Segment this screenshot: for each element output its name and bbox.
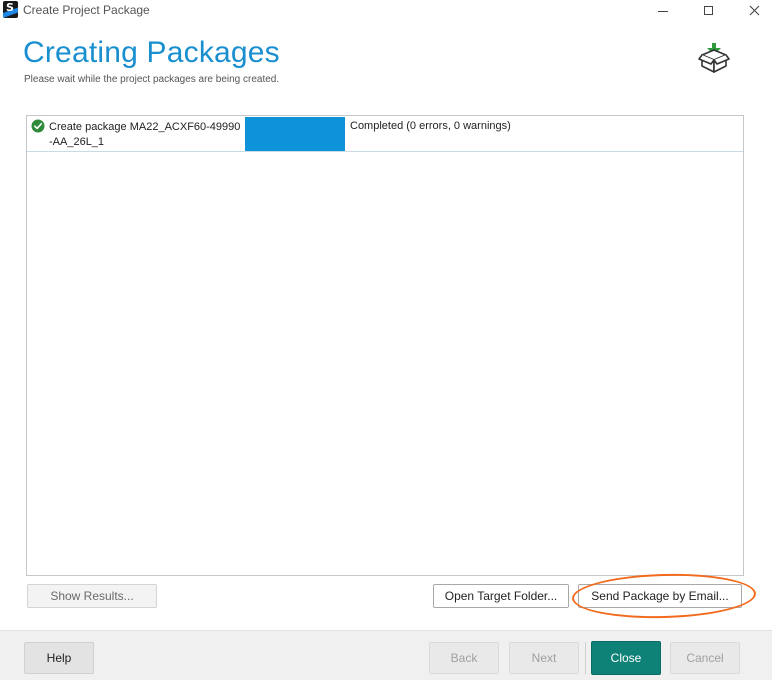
close-icon — [749, 5, 759, 16]
check-circle-icon — [31, 119, 45, 133]
open-target-folder-button[interactable]: Open Target Folder... — [433, 584, 569, 608]
cancel-button[interactable]: Cancel — [670, 642, 740, 674]
send-package-by-email-button[interactable]: Send Package by Email... — [578, 584, 742, 608]
task-progress-fill — [245, 117, 345, 151]
title-bar: S Create Project Package — [0, 0, 772, 21]
package-box-download-icon — [698, 43, 730, 73]
page-title: Creating Packages — [23, 36, 280, 69]
minimize-button[interactable] — [643, 0, 683, 21]
task-progress-bar — [245, 117, 345, 151]
window-title: Create Project Package — [23, 3, 150, 17]
show-results-button[interactable]: Show Results... — [27, 584, 157, 608]
maximize-button[interactable] — [688, 0, 728, 21]
app-logo-icon: S — [3, 1, 18, 18]
maximize-icon — [703, 6, 713, 15]
task-row[interactable]: Create package MA22_ACXF60-49990-AA_26L_… — [27, 116, 743, 152]
footer-divider — [585, 642, 586, 674]
close-button[interactable]: Close — [591, 641, 661, 675]
page-subtitle: Please wait while the project packages a… — [24, 74, 280, 85]
close-window-button[interactable] — [734, 0, 772, 21]
help-button[interactable]: Help — [24, 642, 94, 674]
task-name: Create package MA22_ACXF60-49990-AA_26L_… — [49, 121, 241, 148]
back-button[interactable]: Back — [429, 642, 499, 674]
task-status: Completed (0 errors, 0 warnings) — [350, 120, 511, 132]
task-list[interactable]: Create package MA22_ACXF60-49990-AA_26L_… — [26, 115, 744, 576]
minimize-icon — [658, 11, 668, 12]
next-button[interactable]: Next — [509, 642, 579, 674]
